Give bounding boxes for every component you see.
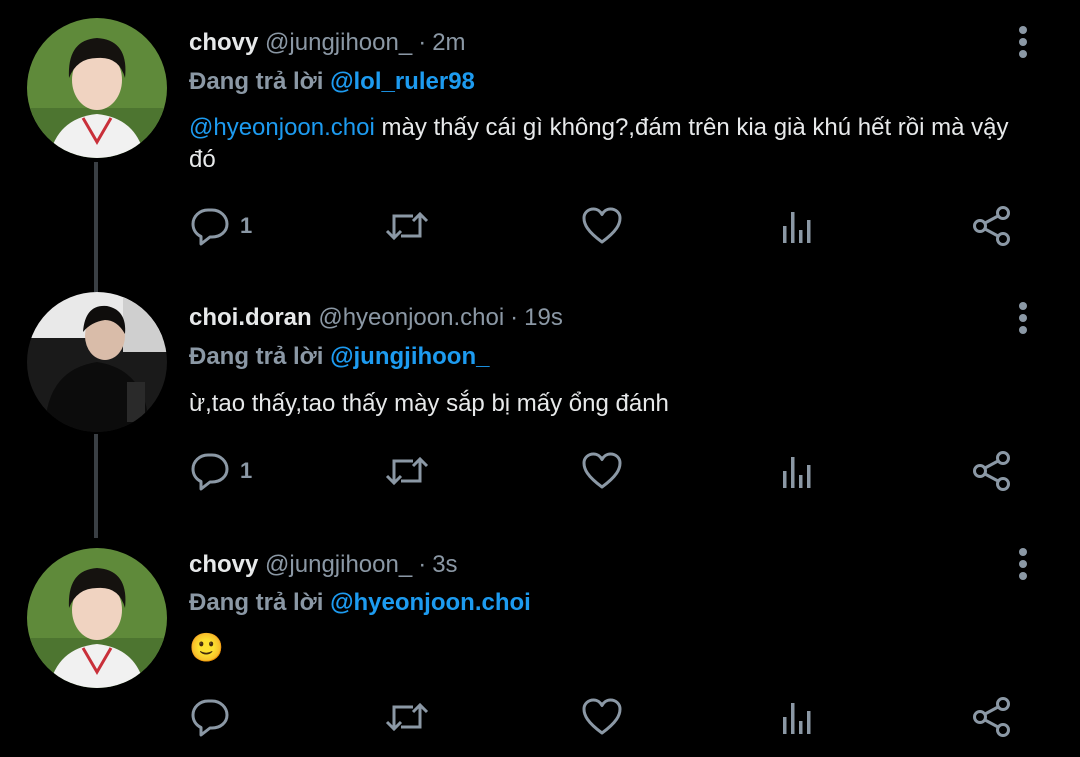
tweet-header: chovy @jungjihoon_ · 3s xyxy=(189,550,458,580)
heart-icon xyxy=(582,207,622,244)
tweet-text-content: ừ,tao thấy,tao thấy mày sắp bị mấy ổng đ… xyxy=(189,390,669,417)
tweet[interactable]: chovy @jungjihoon_ · 3s Đang trả lời @hyeo… xyxy=(0,530,1080,757)
reply-button[interactable] xyxy=(188,693,240,741)
like-button[interactable] xyxy=(580,693,624,741)
tweet-text: 🙂 xyxy=(189,632,1029,666)
avatar[interactable] xyxy=(27,548,167,688)
retweet-icon xyxy=(385,211,429,241)
like-button[interactable] xyxy=(580,202,624,250)
user-handle[interactable]: @jungjihoon_ xyxy=(265,551,412,578)
heart-icon xyxy=(582,452,622,489)
reply-thread: chovy @jungjihoon_ · 2m Đang trả lời @lol_… xyxy=(0,0,1080,757)
mention-link[interactable]: @hyeonjoon.choi xyxy=(189,114,375,141)
more-vertical-icon xyxy=(1019,26,1027,58)
reply-icon xyxy=(191,208,229,246)
tweet-actions: 1 xyxy=(0,202,1080,250)
tweet[interactable]: choi.doran @hyeonjoon.choi · 19s Đang trả … xyxy=(0,270,1080,530)
reply-count: 1 xyxy=(240,213,253,238)
replying-to-label: Đang trả lời xyxy=(189,589,324,616)
tweet-text: ừ,tao thấy,tao thấy mày sắp bị mấy ổng đ… xyxy=(189,388,1029,420)
timestamp[interactable]: 3s xyxy=(432,551,457,578)
tweet-emoji: 🙂 xyxy=(189,632,224,663)
separator-dot: · xyxy=(510,304,519,331)
retweet-button[interactable] xyxy=(383,693,431,741)
share-icon xyxy=(973,697,1010,737)
timestamp[interactable]: 19s xyxy=(524,304,563,331)
more-vertical-icon xyxy=(1019,302,1027,334)
share-button[interactable] xyxy=(970,693,1014,741)
heart-icon xyxy=(582,698,622,735)
replying-to-handle[interactable]: @lol_ruler98 xyxy=(330,68,475,95)
share-icon xyxy=(973,206,1010,246)
display-name[interactable]: chovy xyxy=(189,551,258,578)
views-button[interactable] xyxy=(775,447,819,495)
views-icon xyxy=(783,457,811,488)
tweet-header: choi.doran @hyeonjoon.choi · 19s xyxy=(189,303,563,333)
reply-icon xyxy=(191,699,229,737)
tweet-actions xyxy=(0,693,1080,741)
replying-to: Đang trả lời @hyeonjoon.choi xyxy=(189,588,531,618)
separator-dot: · xyxy=(418,551,427,578)
more-button[interactable] xyxy=(1008,298,1038,338)
replying-to-handle[interactable]: @jungjihoon_ xyxy=(330,343,489,370)
replying-to-label: Đang trả lời xyxy=(189,68,324,95)
avatar[interactable] xyxy=(27,18,167,158)
replying-to: Đang trả lời @jungjihoon_ xyxy=(189,342,489,372)
views-button[interactable] xyxy=(775,693,819,741)
more-button[interactable] xyxy=(1008,22,1038,62)
more-vertical-icon xyxy=(1019,548,1027,580)
retweet-button[interactable] xyxy=(383,447,431,495)
reply-count: 1 xyxy=(240,458,253,483)
display-name[interactable]: choi.doran xyxy=(189,304,312,331)
display-name[interactable]: chovy xyxy=(189,29,258,56)
avatar-photo xyxy=(27,292,167,432)
replying-to-label: Đang trả lời xyxy=(189,343,324,370)
replying-to: Đang trả lời @lol_ruler98 xyxy=(189,67,475,97)
avatar-photo xyxy=(27,18,167,158)
user-handle[interactable]: @jungjihoon_ xyxy=(265,29,412,56)
retweet-icon xyxy=(385,456,429,486)
views-icon xyxy=(783,212,811,243)
like-button[interactable] xyxy=(580,447,624,495)
reply-button[interactable]: 1 xyxy=(188,202,252,250)
timestamp[interactable]: 2m xyxy=(432,29,465,56)
tweet-header: chovy @jungjihoon_ · 2m xyxy=(189,28,466,58)
retweet-icon xyxy=(385,702,429,732)
tweet-text: @hyeonjoon.choi mày thấy cái gì không?,đ… xyxy=(189,112,1029,176)
avatar-photo xyxy=(27,548,167,688)
more-button[interactable] xyxy=(1008,544,1038,584)
avatar[interactable] xyxy=(27,292,167,432)
share-button[interactable] xyxy=(970,202,1014,250)
retweet-button[interactable] xyxy=(383,202,431,250)
share-icon xyxy=(973,451,1010,491)
replying-to-handle[interactable]: @hyeonjoon.choi xyxy=(330,589,531,616)
user-handle[interactable]: @hyeonjoon.choi xyxy=(318,304,504,331)
views-button[interactable] xyxy=(775,202,819,250)
reply-button[interactable]: 1 xyxy=(188,447,252,495)
tweet[interactable]: chovy @jungjihoon_ · 2m Đang trả lời @lol_… xyxy=(0,0,1080,270)
tweet-actions: 1 xyxy=(0,447,1080,495)
separator-dot: · xyxy=(418,29,427,56)
share-button[interactable] xyxy=(970,447,1014,495)
views-icon xyxy=(783,703,811,734)
reply-icon xyxy=(191,453,229,491)
